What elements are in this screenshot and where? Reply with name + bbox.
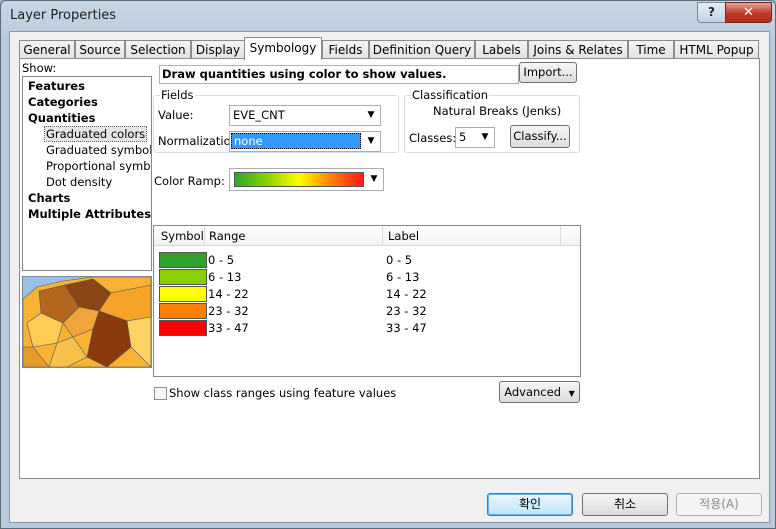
window-title: Layer Properties <box>10 8 117 23</box>
tab-definition-query[interactable]: Definition Query <box>369 40 475 59</box>
show-tree: Features Categories Quantities Graduated… <box>22 76 152 271</box>
tab-time[interactable]: Time <box>628 40 674 59</box>
chevron-down-icon: ▼ <box>481 132 489 142</box>
close-button[interactable]: ✕ <box>725 2 772 23</box>
tree-item-dot-density[interactable]: Dot density <box>46 175 112 189</box>
normalization-select[interactable]: none ▼ <box>229 131 381 152</box>
classes-select[interactable]: 5 ▼ <box>455 127 495 148</box>
tree-item-features[interactable]: Features <box>28 79 85 93</box>
title-bar[interactable]: Layer Properties ? ✕ <box>1 1 775 31</box>
tree-item-categories[interactable]: Categories <box>28 95 98 109</box>
tab-labels[interactable]: Labels <box>475 40 528 59</box>
tree-item-charts[interactable]: Charts <box>28 191 70 205</box>
symbol-swatch[interactable] <box>159 252 207 268</box>
classes-label: Classes: <box>409 131 457 145</box>
color-ramp-swatch <box>234 172 364 187</box>
value-field-select[interactable]: EVE_CNT ▼ <box>229 105 381 126</box>
preview-map-image <box>23 277 151 367</box>
symbol-swatch[interactable] <box>159 320 207 336</box>
table-row[interactable]: 6 - 13 6 - 13 <box>154 268 580 285</box>
ok-button[interactable]: 확인 <box>487 493 573 516</box>
tab-html-popup[interactable]: HTML Popup <box>674 40 759 59</box>
tree-item-graduated-symbols[interactable]: Graduated symbols <box>46 143 151 157</box>
header-label[interactable]: Label <box>388 229 419 243</box>
label-cell[interactable]: 6 - 13 <box>386 270 419 284</box>
value-field-value: EVE_CNT <box>233 108 285 122</box>
classification-method: Natural Breaks (Jenks) <box>433 104 562 118</box>
range-cell[interactable]: 6 - 13 <box>208 270 241 284</box>
cancel-button[interactable]: 취소 <box>582 493 668 516</box>
tree-item-graduated-colors[interactable]: Graduated colors <box>44 126 148 142</box>
range-cell[interactable]: 33 - 47 <box>208 321 249 335</box>
fields-group: Fields Value: EVE_CNT ▼ Normalization: n… <box>153 88 399 153</box>
header-range[interactable]: Range <box>209 229 245 243</box>
label-cell[interactable]: 23 - 32 <box>386 304 427 318</box>
show-label: Show: <box>22 61 57 75</box>
help-button[interactable]: ? <box>697 2 726 23</box>
classify-button[interactable]: Classify... <box>510 125 570 148</box>
label-cell[interactable]: 14 - 22 <box>386 287 427 301</box>
table-row[interactable]: 14 - 22 14 - 22 <box>154 285 580 302</box>
tab-symbology[interactable]: Symbology <box>244 37 322 60</box>
symbol-class-table: Symbol Range Label 0 - 5 0 - 5 6 - 13 6 … <box>153 225 581 377</box>
color-ramp-select[interactable]: ▼ <box>229 168 384 191</box>
range-cell[interactable]: 14 - 22 <box>208 287 249 301</box>
color-ramp-label: Color Ramp: <box>154 174 225 188</box>
apply-button[interactable]: 적용(A) <box>676 493 762 516</box>
import-button[interactable]: Import... <box>519 62 577 83</box>
symbology-page: Show: Features Categories Quantities Gra… <box>19 58 760 479</box>
tab-display[interactable]: Display <box>191 40 245 59</box>
symbol-swatch[interactable] <box>159 303 207 319</box>
table-row[interactable]: 23 - 32 23 - 32 <box>154 302 580 319</box>
show-class-ranges-label: Show class ranges using feature values <box>169 386 397 400</box>
header-symbol[interactable]: Symbol <box>161 229 204 243</box>
chevron-down-icon: ▼ <box>568 389 575 398</box>
chevron-down-icon: ▼ <box>367 136 375 146</box>
tab-fields[interactable]: Fields <box>322 40 369 59</box>
range-cell[interactable]: 23 - 32 <box>208 304 249 318</box>
tab-selection[interactable]: Selection <box>125 40 191 59</box>
symbol-swatch[interactable] <box>159 269 207 285</box>
range-cell[interactable]: 0 - 5 <box>208 253 234 267</box>
tab-source[interactable]: Source <box>75 40 125 59</box>
table-row[interactable]: 0 - 5 0 - 5 <box>154 251 580 268</box>
chevron-down-icon: ▼ <box>367 110 375 120</box>
symbology-preview-map <box>22 276 152 368</box>
classification-group: Classification Natural Breaks (Jenks) Cl… <box>404 88 580 153</box>
table-row[interactable]: 33 - 47 33 - 47 <box>154 319 580 336</box>
renderer-description: Draw quantities using color to show valu… <box>159 65 519 84</box>
normalization-value: none <box>231 133 361 149</box>
table-header: Symbol Range Label <box>154 226 580 246</box>
advanced-label: Advanced <box>504 385 561 399</box>
show-class-ranges-checkbox[interactable] <box>154 387 167 400</box>
tab-general[interactable]: General <box>19 40 75 59</box>
classification-group-label: Classification <box>411 88 490 102</box>
dialog-client: General Source Selection Display Symbolo… <box>9 31 770 523</box>
tab-joins-relates[interactable]: Joins & Relates <box>528 40 628 59</box>
tree-item-quantities[interactable]: Quantities <box>28 111 95 125</box>
label-cell[interactable]: 33 - 47 <box>386 321 427 335</box>
tree-item-multiple-attributes[interactable]: Multiple Attributes <box>28 207 151 221</box>
label-cell[interactable]: 0 - 5 <box>386 253 412 267</box>
value-label: Value: <box>158 108 194 122</box>
advanced-button[interactable]: Advanced ▼ <box>499 381 580 403</box>
symbol-swatch[interactable] <box>159 286 207 302</box>
layer-properties-window: Layer Properties ? ✕ General Source Sele… <box>0 0 776 529</box>
tree-item-proportional-symbols[interactable]: Proportional symbols <box>46 159 151 173</box>
fields-group-label: Fields <box>160 88 195 102</box>
classes-value: 5 <box>459 130 467 144</box>
chevron-down-icon: ▼ <box>370 174 378 184</box>
